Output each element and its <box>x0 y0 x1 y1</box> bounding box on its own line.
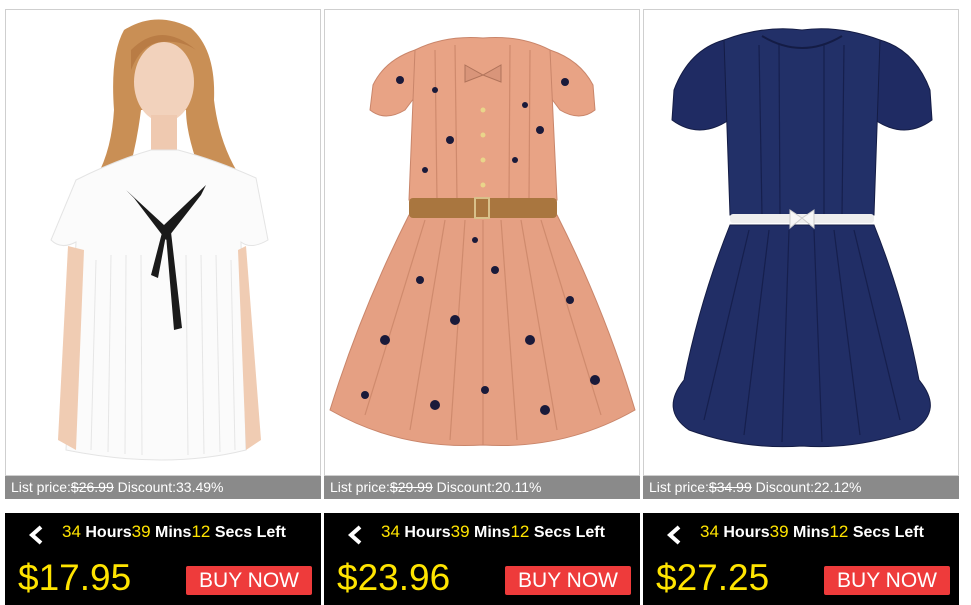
discount-value: 20.11% <box>495 479 542 495</box>
product-image[interactable] <box>324 9 640 476</box>
timer-secs-label: Secs Left <box>533 524 605 541</box>
list-price: $29.99 <box>389 479 433 495</box>
timer-mins: 39 <box>450 522 470 541</box>
list-price-label: List price: <box>11 479 71 495</box>
timer-mins-label: Mins <box>792 524 830 541</box>
sale-price: $27.25 <box>656 557 770 598</box>
pink-polka-dot-dress-image <box>325 10 639 475</box>
sale-price: $17.95 <box>18 557 132 598</box>
timer-hours-label: Hours <box>404 524 451 541</box>
timer-hours: 34 <box>381 522 400 541</box>
timer-secs-label: Secs Left <box>852 524 924 541</box>
list-price-label: List price: <box>649 479 709 495</box>
countdown-timer: 34 Hours39 Mins12 Secs Left <box>643 513 959 550</box>
discount-label: Discount: <box>436 479 495 495</box>
buy-row: $17.95 BUY NOW <box>5 550 321 605</box>
discount-label: Discount: <box>117 479 176 495</box>
product-card[interactable]: List price:$29.99 Discount:20.11% 34 Hou… <box>324 9 640 605</box>
timer-hours-label: Hours <box>85 524 132 541</box>
sale-price: $23.96 <box>337 557 451 598</box>
product-card[interactable]: List price:$34.99 Discount:22.12% 34 Hou… <box>643 9 959 605</box>
discount-value: 33.49% <box>176 479 224 495</box>
countdown-timer: 34 Hours39 Mins12 Secs Left <box>324 513 640 550</box>
timer-mins-label: Mins <box>154 524 192 541</box>
buy-row: $27.25 BUY NOW <box>643 550 959 605</box>
buy-now-button[interactable]: BUY NOW <box>824 566 950 595</box>
product-card[interactable]: List price:$26.99 Discount:33.49% 34 Hou… <box>5 9 321 605</box>
timer-secs-label: Secs Left <box>214 524 286 541</box>
timer-hours: 34 <box>62 522 81 541</box>
timer-secs: 12 <box>829 522 849 541</box>
timer-mins: 39 <box>769 522 789 541</box>
timer-secs: 12 <box>510 522 530 541</box>
timer-mins: 39 <box>131 522 151 541</box>
product-image[interactable] <box>643 9 959 476</box>
list-price-bar: List price:$29.99 Discount:20.11% <box>324 476 640 499</box>
list-price-label: List price: <box>330 479 390 495</box>
chevron-left-icon[interactable] <box>665 522 685 545</box>
white-pleated-blouse-image <box>6 10 320 475</box>
timer-mins-label: Mins <box>473 524 511 541</box>
buy-now-button[interactable]: BUY NOW <box>186 566 312 595</box>
list-price: $26.99 <box>70 479 114 495</box>
chevron-left-icon[interactable] <box>346 522 366 545</box>
chevron-left-icon[interactable] <box>27 522 47 545</box>
discount-label: Discount: <box>755 479 814 495</box>
timer-hours-label: Hours <box>723 524 770 541</box>
buy-row: $23.96 BUY NOW <box>324 550 640 605</box>
countdown-timer: 34 Hours39 Mins12 Secs Left <box>5 513 321 550</box>
list-price-bar: List price:$26.99 Discount:33.49% <box>5 476 321 499</box>
timer-text: 34 Hours39 Mins12 Secs Left <box>62 513 286 551</box>
timer-secs: 12 <box>191 522 211 541</box>
product-image[interactable] <box>5 9 321 476</box>
timer-text: 34 Hours39 Mins12 Secs Left <box>381 513 605 551</box>
timer-text: 34 Hours39 Mins12 Secs Left <box>700 513 924 551</box>
list-price-bar: List price:$34.99 Discount:22.12% <box>643 476 959 499</box>
list-price: $34.99 <box>708 479 752 495</box>
navy-pleated-dress-image <box>644 10 958 475</box>
buy-now-button[interactable]: BUY NOW <box>505 566 631 595</box>
discount-value: 22.12% <box>814 479 862 495</box>
timer-hours: 34 <box>700 522 719 541</box>
